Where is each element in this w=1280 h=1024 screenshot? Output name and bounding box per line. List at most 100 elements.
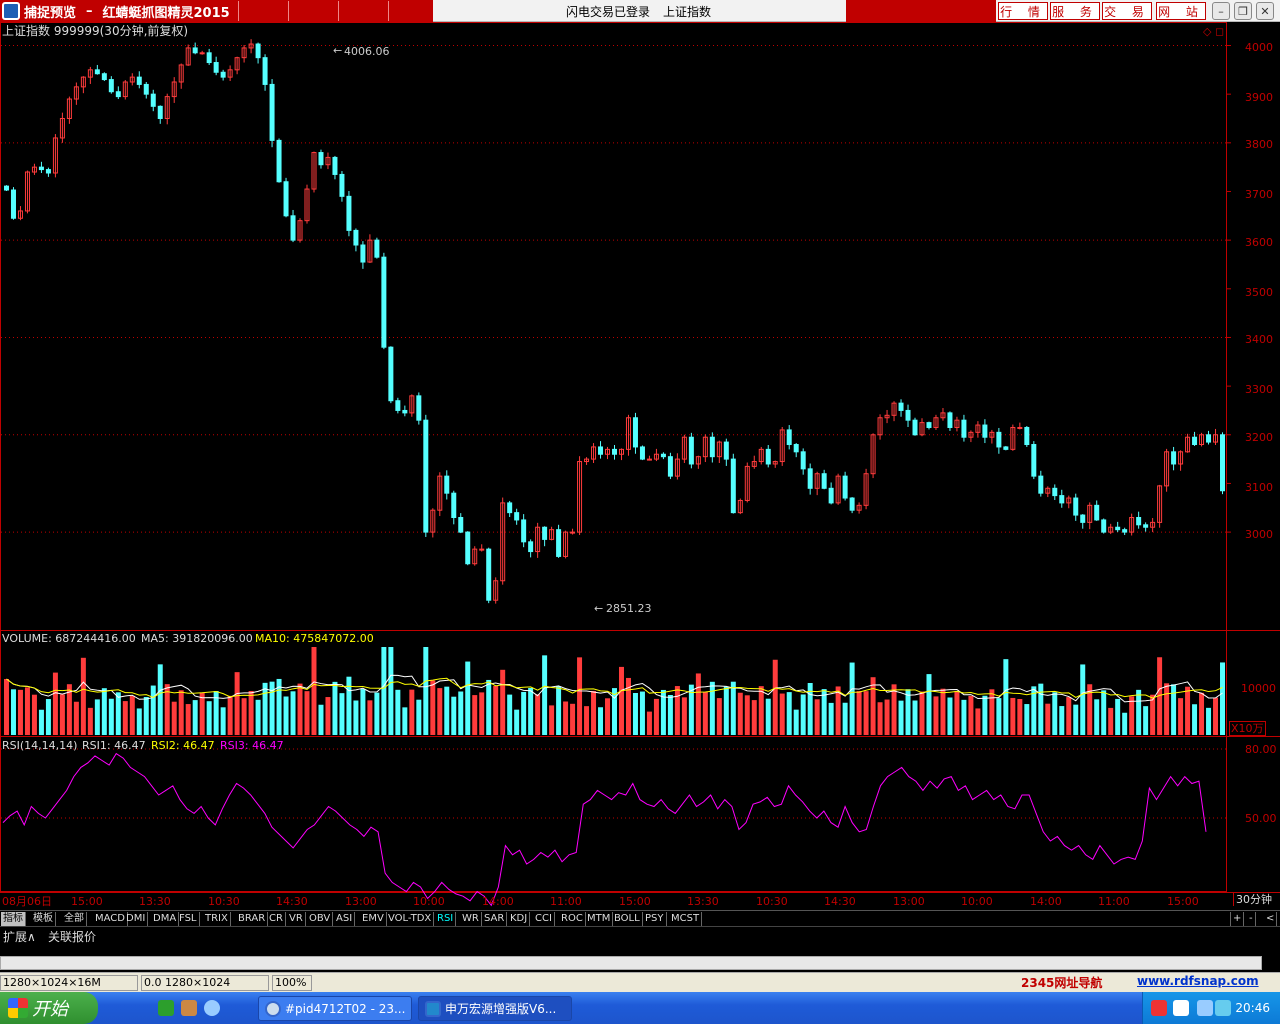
candle-body [1115,526,1121,531]
tab-boll[interactable]: BOLL [612,912,643,926]
candle-body [807,468,813,489]
title-divider [338,1,339,21]
x-label: 15:00 [619,895,651,908]
close-icon[interactable]: ✕ [1256,2,1274,20]
tab-psy[interactable]: PSY [643,912,667,926]
tab-rsi[interactable]: RSI [435,912,457,926]
tab-dmi[interactable]: DMI [124,912,149,926]
volume-bar [248,691,254,735]
input-method-icon[interactable] [1151,1000,1167,1016]
tray-icon[interactable] [1173,1000,1189,1016]
tab-sar[interactable]: SAR [482,912,508,926]
candle-body [1024,426,1030,446]
tab-vr[interactable]: VR [287,912,306,926]
tab-brar[interactable]: BRAR [236,912,269,926]
candle-body [514,512,520,521]
tab-remove-button[interactable]: - [1247,912,1256,926]
candle-body [912,419,918,436]
tab-trix[interactable]: TRIX [203,912,231,926]
volume-bar [87,707,93,735]
volume-bar [1017,699,1023,735]
tab-kdj[interactable]: KDJ [508,912,531,926]
restore-icon[interactable]: ❐ [1234,2,1252,20]
task-button-trading-app[interactable]: 申万宏源增强版V6... [418,996,572,1021]
volume-bar [681,697,687,735]
horizontal-scrollbar[interactable] [0,956,1262,970]
capture-preview-strip [0,944,1280,972]
low-price-label: 2851.23 [606,602,652,615]
tab-all[interactable]: 全部 [62,912,87,926]
high-arrow-icon: ← [333,44,343,57]
candle-body [395,400,401,411]
volume-bar [919,691,925,735]
volume-bar [157,664,163,735]
task-button-browser[interactable]: #pid4712T02 - 23... [258,996,412,1021]
tab-template[interactable]: 模板 [31,912,56,926]
volume-bar [618,666,624,735]
volume-bar [667,695,673,735]
nav-button-market[interactable]: 行 情 [998,2,1048,20]
volume-bar [290,691,296,735]
link-rdfsnap[interactable]: www.rdfsnap.com [1137,974,1259,988]
candle-body [926,422,932,428]
volume-bar [38,709,44,735]
nav-button-website[interactable]: 网 站 [1156,2,1206,20]
tab-mcst[interactable]: MCST [669,912,703,926]
start-button[interactable]: 开始 [0,992,98,1024]
tab-add-button[interactable]: + [1230,912,1245,926]
candle-body [283,181,289,217]
tab-roc[interactable]: ROC [559,912,586,926]
minimize-icon[interactable]: – [1212,2,1230,20]
expand-button[interactable]: 扩展∧ [3,928,36,945]
tab-emv[interactable]: EMV [360,912,387,926]
tab-cci[interactable]: CCI [533,912,555,926]
system-tray: 20:46 [1142,992,1280,1024]
volume-bar [577,657,583,735]
tab-dma[interactable]: DMA [151,912,180,926]
tab-macd[interactable]: MACD [93,912,128,926]
tab-scroll-left-button[interactable]: < [1264,912,1278,926]
nav-button-service[interactable]: 服 务 [1050,2,1100,20]
tab-mtm[interactable]: MTM [585,912,614,926]
volume-bar [556,686,562,735]
tab-asi[interactable]: ASI [334,912,356,926]
volume-bar [493,686,499,735]
volume-bar [227,695,233,735]
tab-wr[interactable]: WR [460,912,482,926]
quicklaunch-icon[interactable] [204,1000,220,1016]
volume-bar [758,686,764,735]
tab-fsl[interactable]: FSL [177,912,200,926]
security-shield-icon[interactable] [1215,1000,1231,1016]
volume-bar [1199,692,1205,735]
tab-cr[interactable]: CR [267,912,286,926]
quicklaunch-icon[interactable] [181,1000,197,1016]
link-2345-nav[interactable]: 2345网址导航 [1021,974,1102,991]
windows-taskbar: 开始 #pid4712T02 - 23... 申万宏源增强版V6... 20:4… [0,992,1280,1024]
candle-body [486,548,492,601]
tab-indicator[interactable]: 指标 [1,912,26,926]
x-label: 14:30 [276,895,308,908]
chart-option-icons[interactable]: ◇ ◻ [1203,25,1224,38]
volume-bar [416,699,422,735]
volume-bar [108,698,114,735]
period-label[interactable]: 30分钟 [1233,893,1272,906]
tab-obv[interactable]: OBV [307,912,334,926]
candle-body [1101,519,1107,533]
volume-bar [1136,689,1142,735]
app-title-block: 捕捉预览 – 红蜻蜓抓图精灵2015 [0,0,433,22]
volume-bar [360,689,366,735]
nav-button-trade[interactable]: 交 易 [1102,2,1152,20]
candle-body [1080,514,1086,523]
volume-bar [1073,704,1079,735]
related-quotes-tab[interactable]: 关联报价 [48,928,96,945]
kline-chart-svg[interactable] [0,22,1280,910]
x-label: 15:00 [71,895,103,908]
volume-icon[interactable] [1197,1000,1213,1016]
tab-vol-tdx[interactable]: VOL-TDX [386,912,435,926]
y-tick: 3500 [1245,286,1273,299]
chart-area[interactable]: 上证指数 999999(30分钟,前复权) ◇ ◻ 4000 3900 3800… [0,22,1280,910]
indicator-tab-bar: 指标 模板 全部 MACD DMI DMA FSL TRIX BRAR CR V… [0,910,1280,926]
quicklaunch-icon[interactable] [158,1000,174,1016]
volume-bar [982,695,988,735]
candle-body [479,548,485,551]
